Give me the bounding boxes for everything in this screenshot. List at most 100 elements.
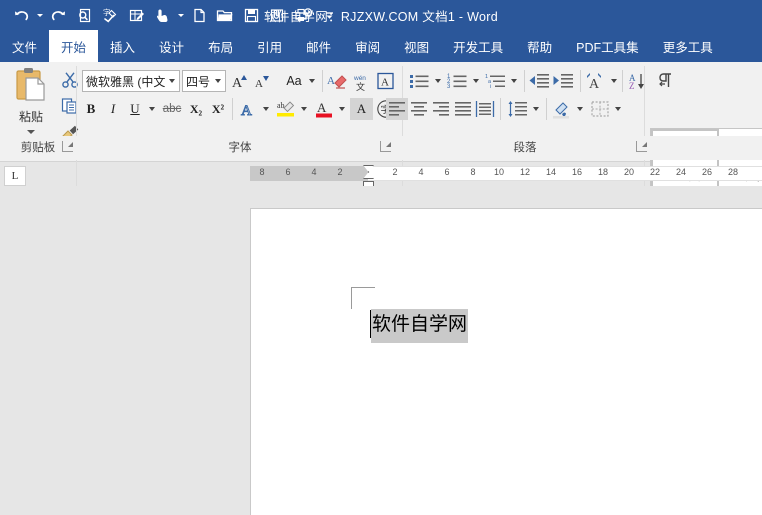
draw-table-icon[interactable] (123, 3, 149, 27)
horizontal-ruler[interactable]: 8 6 4 2 2 4 6 8 10 12 14 16 18 20 22 24 … (0, 165, 762, 189)
font-size-combobox[interactable]: 四号 (182, 70, 226, 92)
shading-button[interactable] (550, 98, 574, 120)
svg-text:wén: wén (353, 75, 366, 82)
decrease-indent-button[interactable] (528, 70, 552, 92)
open-folder-icon[interactable] (212, 3, 238, 27)
shrink-font-button[interactable]: A (252, 70, 274, 92)
tab-file[interactable]: 文件 (0, 30, 49, 62)
tab-developer[interactable]: 开发工具 (441, 30, 515, 62)
multilevel-list-button[interactable]: 1 a i (484, 70, 508, 92)
svg-text:A: A (317, 100, 327, 115)
phonetic-guide-icon: wén 文 (353, 75, 366, 91)
bullets-dropdown-icon[interactable] (432, 70, 444, 92)
copy-button[interactable] (58, 94, 82, 118)
chinese-layout-button[interactable]: A (584, 70, 608, 92)
align-left-button[interactable] (386, 98, 408, 120)
tab-view[interactable]: 视图 (392, 30, 441, 62)
justify-button[interactable] (452, 98, 474, 120)
save-icon[interactable] (238, 3, 264, 27)
bold-button[interactable]: B (80, 98, 102, 120)
paste-dropdown-icon[interactable] (27, 130, 35, 134)
hruler-num-18: 18 (597, 167, 608, 177)
clipboard-dialog-launcher[interactable] (62, 141, 73, 152)
font-color-button[interactable]: A (312, 98, 336, 120)
line-spacing-dropdown-icon[interactable] (530, 98, 542, 120)
character-border-icon: A (376, 72, 394, 90)
line-spacing-button[interactable] (506, 98, 530, 120)
sort-button[interactable]: A Z (626, 70, 650, 92)
shading-dropdown-icon[interactable] (574, 98, 586, 120)
document-body-text[interactable]: 软件自学网 (371, 309, 469, 343)
tab-more-tools[interactable]: 更多工具 (651, 30, 725, 62)
tab-layout[interactable]: 布局 (196, 30, 245, 62)
underline-dropdown-icon[interactable] (146, 98, 158, 120)
undo-dropdown-icon[interactable] (34, 3, 45, 27)
align-center-button[interactable] (408, 98, 430, 120)
pilcrow-icon (659, 73, 671, 87)
svg-text:Z: Z (629, 81, 635, 90)
distribute-button[interactable] (474, 98, 496, 120)
redo-icon[interactable] (45, 3, 71, 27)
font-name-combobox[interactable]: 微软雅黑 (中文 (82, 70, 180, 92)
tab-references[interactable]: 引用 (245, 30, 294, 62)
highlight-button[interactable]: ab (274, 98, 298, 120)
undo-icon[interactable] (8, 3, 34, 27)
svg-text:A: A (232, 76, 243, 90)
subscript-button[interactable]: X₂ (185, 98, 207, 120)
italic-button[interactable]: I (102, 98, 124, 120)
borders-button[interactable] (588, 98, 612, 120)
font-color-dropdown-icon[interactable] (336, 98, 348, 120)
multilevel-list-icon: 1 a i (485, 74, 505, 90)
bullets-button[interactable] (408, 70, 432, 92)
numbering-dropdown-icon[interactable] (470, 70, 482, 92)
print-preview-icon[interactable] (71, 3, 97, 27)
tab-pdf-tools[interactable]: PDF工具集 (564, 30, 651, 62)
underline-button[interactable]: U (124, 98, 146, 120)
multilevel-list-dropdown-icon[interactable] (508, 70, 520, 92)
align-right-button[interactable] (430, 98, 452, 120)
font-size-dropdown-icon[interactable] (215, 79, 221, 83)
tab-review[interactable]: 审阅 (343, 30, 392, 62)
hruler-num-4: 4 (418, 167, 424, 177)
spellcheck-icon[interactable]: 字 (97, 3, 123, 27)
tab-design[interactable]: 设计 (147, 30, 196, 62)
attach-icon[interactable] (264, 3, 290, 27)
numbering-button[interactable]: 1 2 3 (446, 70, 470, 92)
increase-indent-button[interactable] (552, 70, 576, 92)
change-case-dropdown-icon[interactable] (306, 70, 318, 92)
tab-home[interactable]: 开始 (49, 30, 99, 62)
document-page[interactable]: 软件自学网 (250, 208, 762, 515)
tab-insert[interactable]: 插入 (98, 30, 147, 62)
borders-dropdown-icon[interactable] (612, 98, 624, 120)
quick-print-icon[interactable] (290, 3, 316, 27)
paragraph-dialog-launcher[interactable] (636, 141, 647, 152)
grow-font-button[interactable]: A (230, 70, 252, 92)
font-separator-1 (322, 70, 323, 92)
text-effects-dropdown-icon[interactable] (260, 98, 272, 120)
font-name-dropdown-icon[interactable] (169, 79, 175, 83)
tab-help[interactable]: 帮助 (515, 30, 564, 62)
text-effects-button[interactable]: A (236, 98, 260, 120)
change-case-button[interactable]: Aa (282, 70, 306, 92)
new-document-icon[interactable] (186, 3, 212, 27)
phonetic-guide-button[interactable]: wén 文 (350, 70, 374, 92)
superscript-button[interactable]: X² (207, 98, 229, 120)
strikethrough-button[interactable]: abc (160, 98, 184, 120)
touch-mode-icon[interactable] (149, 3, 175, 27)
chinese-layout-dropdown-icon[interactable] (608, 70, 620, 92)
touch-mode-dropdown-icon[interactable] (175, 3, 186, 27)
character-border-button[interactable]: A (374, 70, 396, 92)
font-dialog-launcher[interactable] (380, 141, 391, 152)
hruler-num-l4: 4 (311, 167, 317, 177)
shading-icon (553, 101, 569, 118)
tab-mailings[interactable]: 邮件 (294, 30, 343, 62)
show-marks-button[interactable] (655, 70, 679, 92)
customize-qat-icon[interactable] (316, 3, 342, 27)
highlight-dropdown-icon[interactable] (298, 98, 310, 120)
svg-text:文: 文 (356, 81, 365, 91)
character-shading-button[interactable]: A (350, 98, 373, 120)
text-effects-icon: A (241, 103, 253, 119)
chinese-layout-icon: A (587, 73, 601, 90)
clear-formatting-button[interactable]: A (326, 70, 350, 92)
cut-button[interactable] (58, 68, 82, 92)
